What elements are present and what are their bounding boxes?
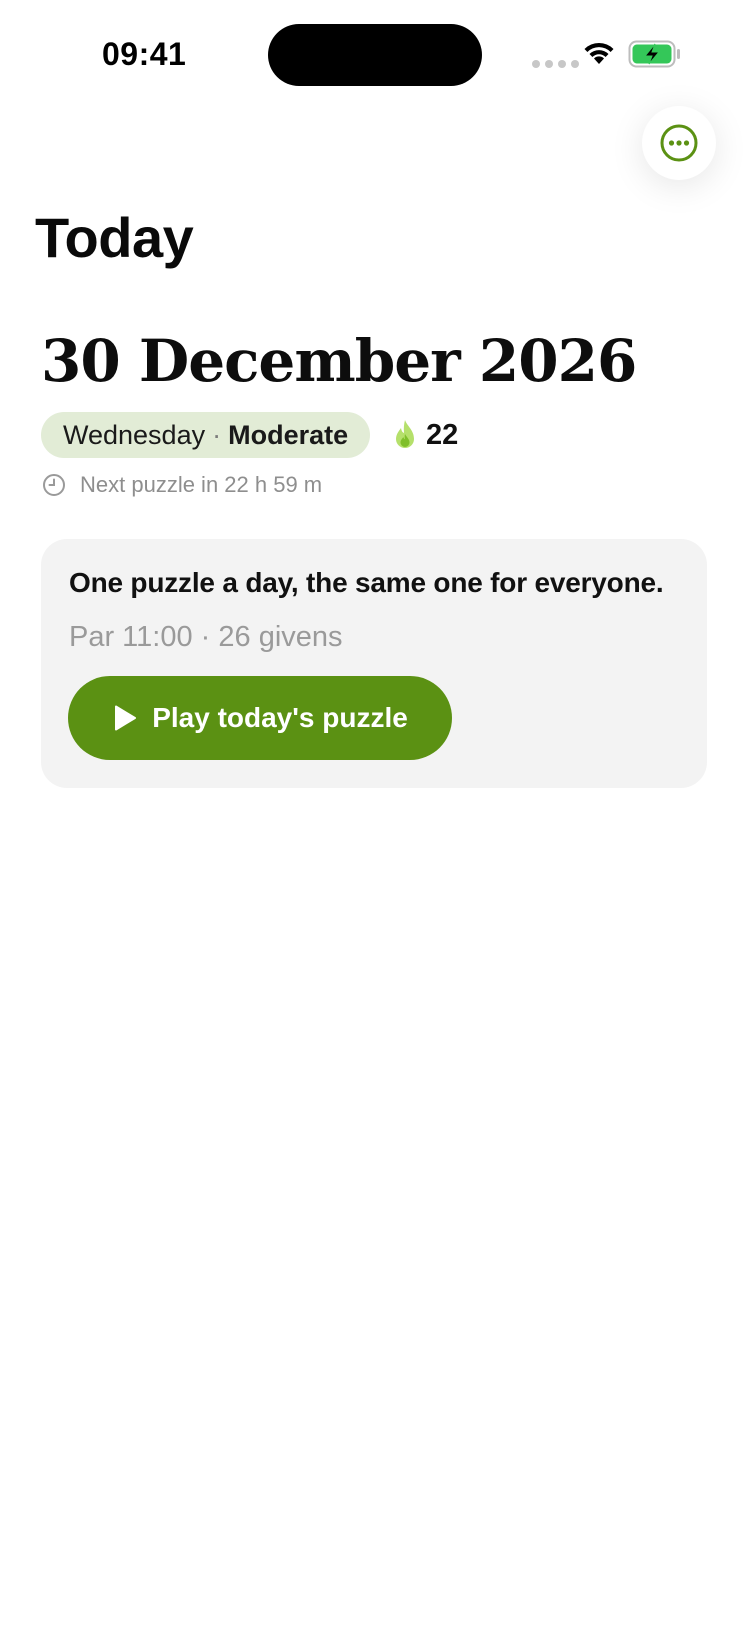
play-icon: [115, 705, 137, 731]
clock-icon: [43, 474, 65, 496]
battery-charging-icon: [628, 40, 680, 68]
status-bar: 09:41: [0, 0, 750, 110]
status-time: 09:41: [102, 36, 187, 72]
day-difficulty-pill: Wednesday · Moderate: [41, 412, 371, 458]
page-title: Today: [35, 206, 194, 269]
weekday-label: Wednesday: [63, 419, 206, 450]
ellipsis-circle-icon: [660, 124, 698, 162]
streak-indicator: 22: [392, 412, 458, 458]
next-puzzle-countdown: Next puzzle in 22 h 59 m: [80, 472, 323, 497]
streak-count: 22: [426, 418, 459, 451]
play-button-label: Play today's puzzle: [152, 702, 408, 733]
play-today-button[interactable]: Play today's puzzle: [68, 676, 452, 760]
dynamic-island: [268, 24, 482, 86]
card-headline: One puzzle a day, the same one for every…: [69, 567, 664, 598]
flame-icon: [396, 420, 414, 448]
difficulty-label: Moderate: [228, 419, 349, 450]
pill-separator: ·: [212, 419, 222, 450]
wifi-icon: [584, 42, 614, 64]
cellular-signal-icon: [532, 60, 579, 68]
next-puzzle-row: Next puzzle in 22 h 59 m: [42, 470, 322, 500]
more-options-button[interactable]: [642, 106, 716, 180]
puzzle-par-givens: Par 11:00 · 26 givens: [69, 621, 343, 653]
puzzle-date: 30 December 2026: [41, 327, 637, 395]
daily-puzzle-card: One puzzle a day, the same one for every…: [41, 539, 707, 788]
